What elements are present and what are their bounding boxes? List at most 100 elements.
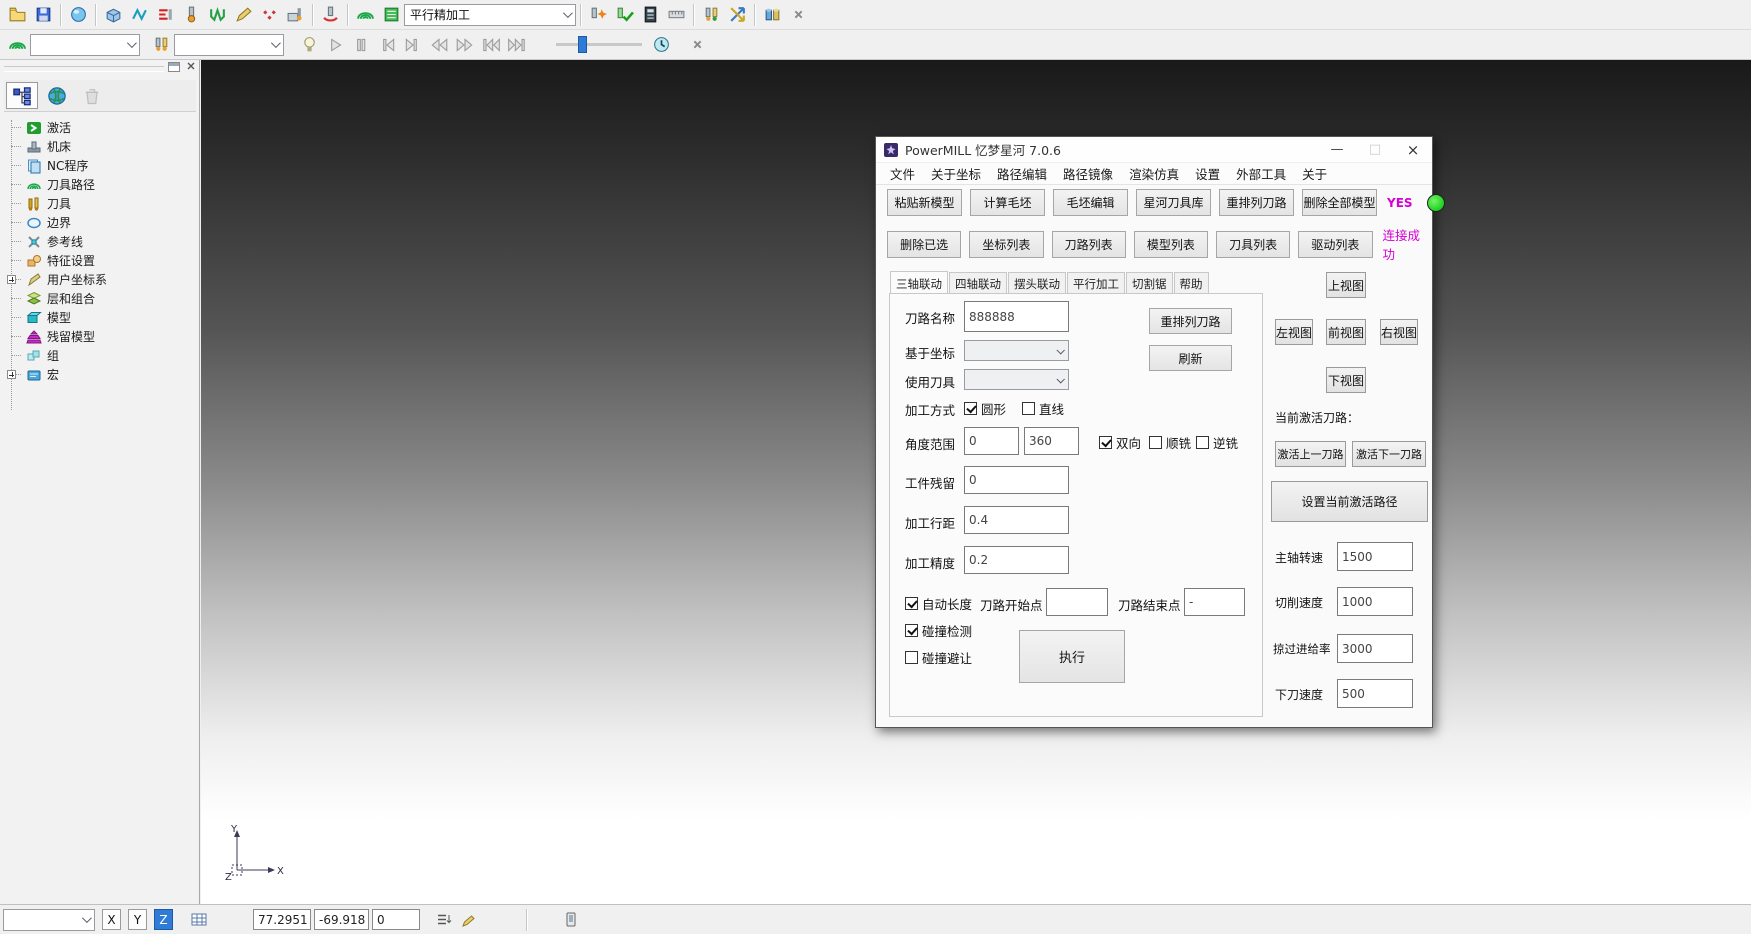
search-forward-icon[interactable] (452, 32, 478, 58)
holders-icon[interactable] (759, 2, 785, 28)
panel-float-icon[interactable] (168, 62, 180, 72)
end-point-input[interactable] (1184, 588, 1245, 616)
toolpath-name-input[interactable] (964, 301, 1069, 332)
close-button[interactable]: × (1394, 138, 1432, 162)
measure-icon[interactable] (663, 2, 689, 28)
explorer-globe-tab[interactable] (41, 82, 73, 109)
tool-icon[interactable] (178, 2, 204, 28)
minimize-button[interactable]: — (1318, 138, 1356, 162)
auto-length-checkbox[interactable]: 自动长度 (905, 594, 972, 613)
active-toolpath-icon[interactable] (352, 2, 378, 28)
angle-from-input[interactable] (964, 427, 1019, 455)
bidirectional-checkbox[interactable]: 双向 (1099, 433, 1141, 452)
step-back-icon[interactable] (374, 32, 400, 58)
tab-help[interactable]: 帮助 (1174, 272, 1209, 293)
close-toolbar-icon[interactable] (785, 2, 811, 28)
angle-to-input[interactable] (1024, 427, 1079, 455)
tool-list-button[interactable]: 刀具列表 (1216, 231, 1290, 258)
tab-4axis[interactable]: 四轴联动 (949, 272, 1007, 293)
viewport-toggle-icon[interactable] (559, 908, 583, 932)
drive-list-button[interactable]: 驱动列表 (1298, 231, 1372, 258)
axis-x-button[interactable]: X (102, 909, 121, 930)
light-icon[interactable] (296, 32, 322, 58)
menu-settings[interactable]: 设置 (1187, 164, 1228, 183)
menu-about[interactable]: 关于 (1294, 164, 1335, 183)
grid-icon[interactable] (187, 908, 211, 932)
top-view-button[interactable]: 上视图 (1326, 272, 1366, 298)
slider-handle[interactable] (578, 36, 587, 53)
collision-avoid-checkbox[interactable]: 碰撞避让 (905, 648, 972, 667)
active-toolpath-icon[interactable] (4, 32, 30, 58)
block-edit-button[interactable]: 毛坯编辑 (1053, 189, 1128, 216)
toolpath-check-icon[interactable] (611, 2, 637, 28)
go-start-icon[interactable] (478, 32, 504, 58)
right-view-button[interactable]: 右视图 (1380, 319, 1418, 345)
cutting-speed-input[interactable] (1337, 587, 1413, 616)
strategy-list-icon[interactable] (378, 2, 404, 28)
tree-item-toolpaths[interactable]: 刀具路径 (0, 175, 200, 194)
left-view-button[interactable]: 左视图 (1275, 319, 1313, 345)
tab-head-tilt[interactable]: 摆头联动 (1008, 272, 1066, 293)
conventional-checkbox[interactable]: 逆铣 (1196, 433, 1238, 452)
pattern-edit-icon[interactable] (230, 2, 256, 28)
paste-model-button[interactable]: 粘贴新模型 (887, 189, 962, 216)
tree-item-models[interactable]: 模型 (0, 308, 200, 327)
collision-box-icon[interactable] (282, 2, 308, 28)
viewmill-icon[interactable] (65, 2, 91, 28)
mode-line-checkbox[interactable]: 直线 (1022, 399, 1064, 418)
menu-file[interactable]: 文件 (882, 164, 923, 183)
tree-item-stock-models[interactable]: 残留模型 (0, 327, 200, 346)
search-back-icon[interactable] (426, 32, 452, 58)
delete-selected-button[interactable]: 删除已选 (887, 231, 961, 258)
tree-item-tools[interactable]: 刀具 (0, 194, 200, 213)
expand-icon[interactable] (7, 370, 16, 379)
toolpath-list-button[interactable]: 刀路列表 (1052, 231, 1126, 258)
stock-remain-input[interactable] (964, 466, 1069, 494)
tool-icon[interactable] (148, 32, 174, 58)
start-point-input[interactable] (1046, 588, 1108, 616)
save-project-icon[interactable] (30, 2, 56, 28)
rearrange-toolpaths-button[interactable]: 重排列刀路 (1219, 189, 1294, 216)
clock-icon[interactable] (648, 32, 674, 58)
coord-base-dropdown[interactable] (964, 340, 1069, 361)
menu-path-mirror[interactable]: 路径镜像 (1055, 164, 1121, 183)
axis-y-button[interactable]: Y (128, 909, 147, 930)
stepover-input[interactable] (964, 506, 1069, 534)
step-forward-icon[interactable] (400, 32, 426, 58)
coordinate-z-field[interactable]: 0 (372, 909, 420, 930)
tree-item-machine[interactable]: 机床 (0, 137, 200, 156)
sim-toolpath-dropdown[interactable] (30, 34, 140, 56)
strategy-dropdown[interactable]: 平行精加工 (404, 4, 576, 26)
leads-links-icon[interactable] (204, 2, 230, 28)
tool-select-dropdown[interactable] (964, 369, 1069, 390)
tree-item-activate[interactable]: 激活 (0, 118, 200, 137)
tool-copy-icon[interactable] (698, 2, 724, 28)
collision-check-checkbox[interactable]: 碰撞检测 (905, 621, 972, 640)
menu-path-edit[interactable]: 路径编辑 (989, 164, 1055, 183)
coord-list-button[interactable]: 坐标列表 (969, 231, 1043, 258)
tool-library-button[interactable]: 星河刀具库 (1136, 189, 1211, 216)
open-project-icon[interactable] (4, 2, 30, 28)
toolpath-verify-icon[interactable] (317, 2, 343, 28)
menu-external-tools[interactable]: 外部工具 (1228, 164, 1294, 183)
execute-button[interactable]: 执行 (1019, 630, 1125, 683)
spindle-speed-input[interactable] (1337, 542, 1413, 571)
menu-coords[interactable]: 关于坐标 (923, 164, 989, 183)
calc-block-button[interactable]: 计算毛坯 (970, 189, 1045, 216)
simulation-speed-slider[interactable] (556, 43, 642, 46)
tree-item-macros[interactable]: 宏 (0, 365, 200, 384)
statusbar-dropdown[interactable] (3, 909, 95, 931)
tree-item-nc-program[interactable]: NC程序 (0, 156, 200, 175)
axis-z-button[interactable]: Z (154, 909, 173, 930)
skim-feed-input[interactable] (1337, 634, 1413, 663)
dialog-titlebar[interactable]: PowerMILL 忆梦星河 7.0.6 — □ × (876, 137, 1432, 163)
list-sort-icon[interactable] (432, 908, 456, 932)
refresh-button[interactable]: 刷新 (1149, 345, 1232, 371)
tree-item-boundaries[interactable]: 边界 (0, 213, 200, 232)
go-end-icon[interactable] (504, 32, 530, 58)
tree-item-levels[interactable]: 层和组合 (0, 289, 200, 308)
tolerance-input[interactable] (964, 546, 1069, 574)
toolpath-star-icon[interactable] (585, 2, 611, 28)
tree-item-workplanes[interactable]: 用户坐标系 (0, 270, 200, 289)
explorer-tree-tab[interactable] (6, 82, 38, 109)
